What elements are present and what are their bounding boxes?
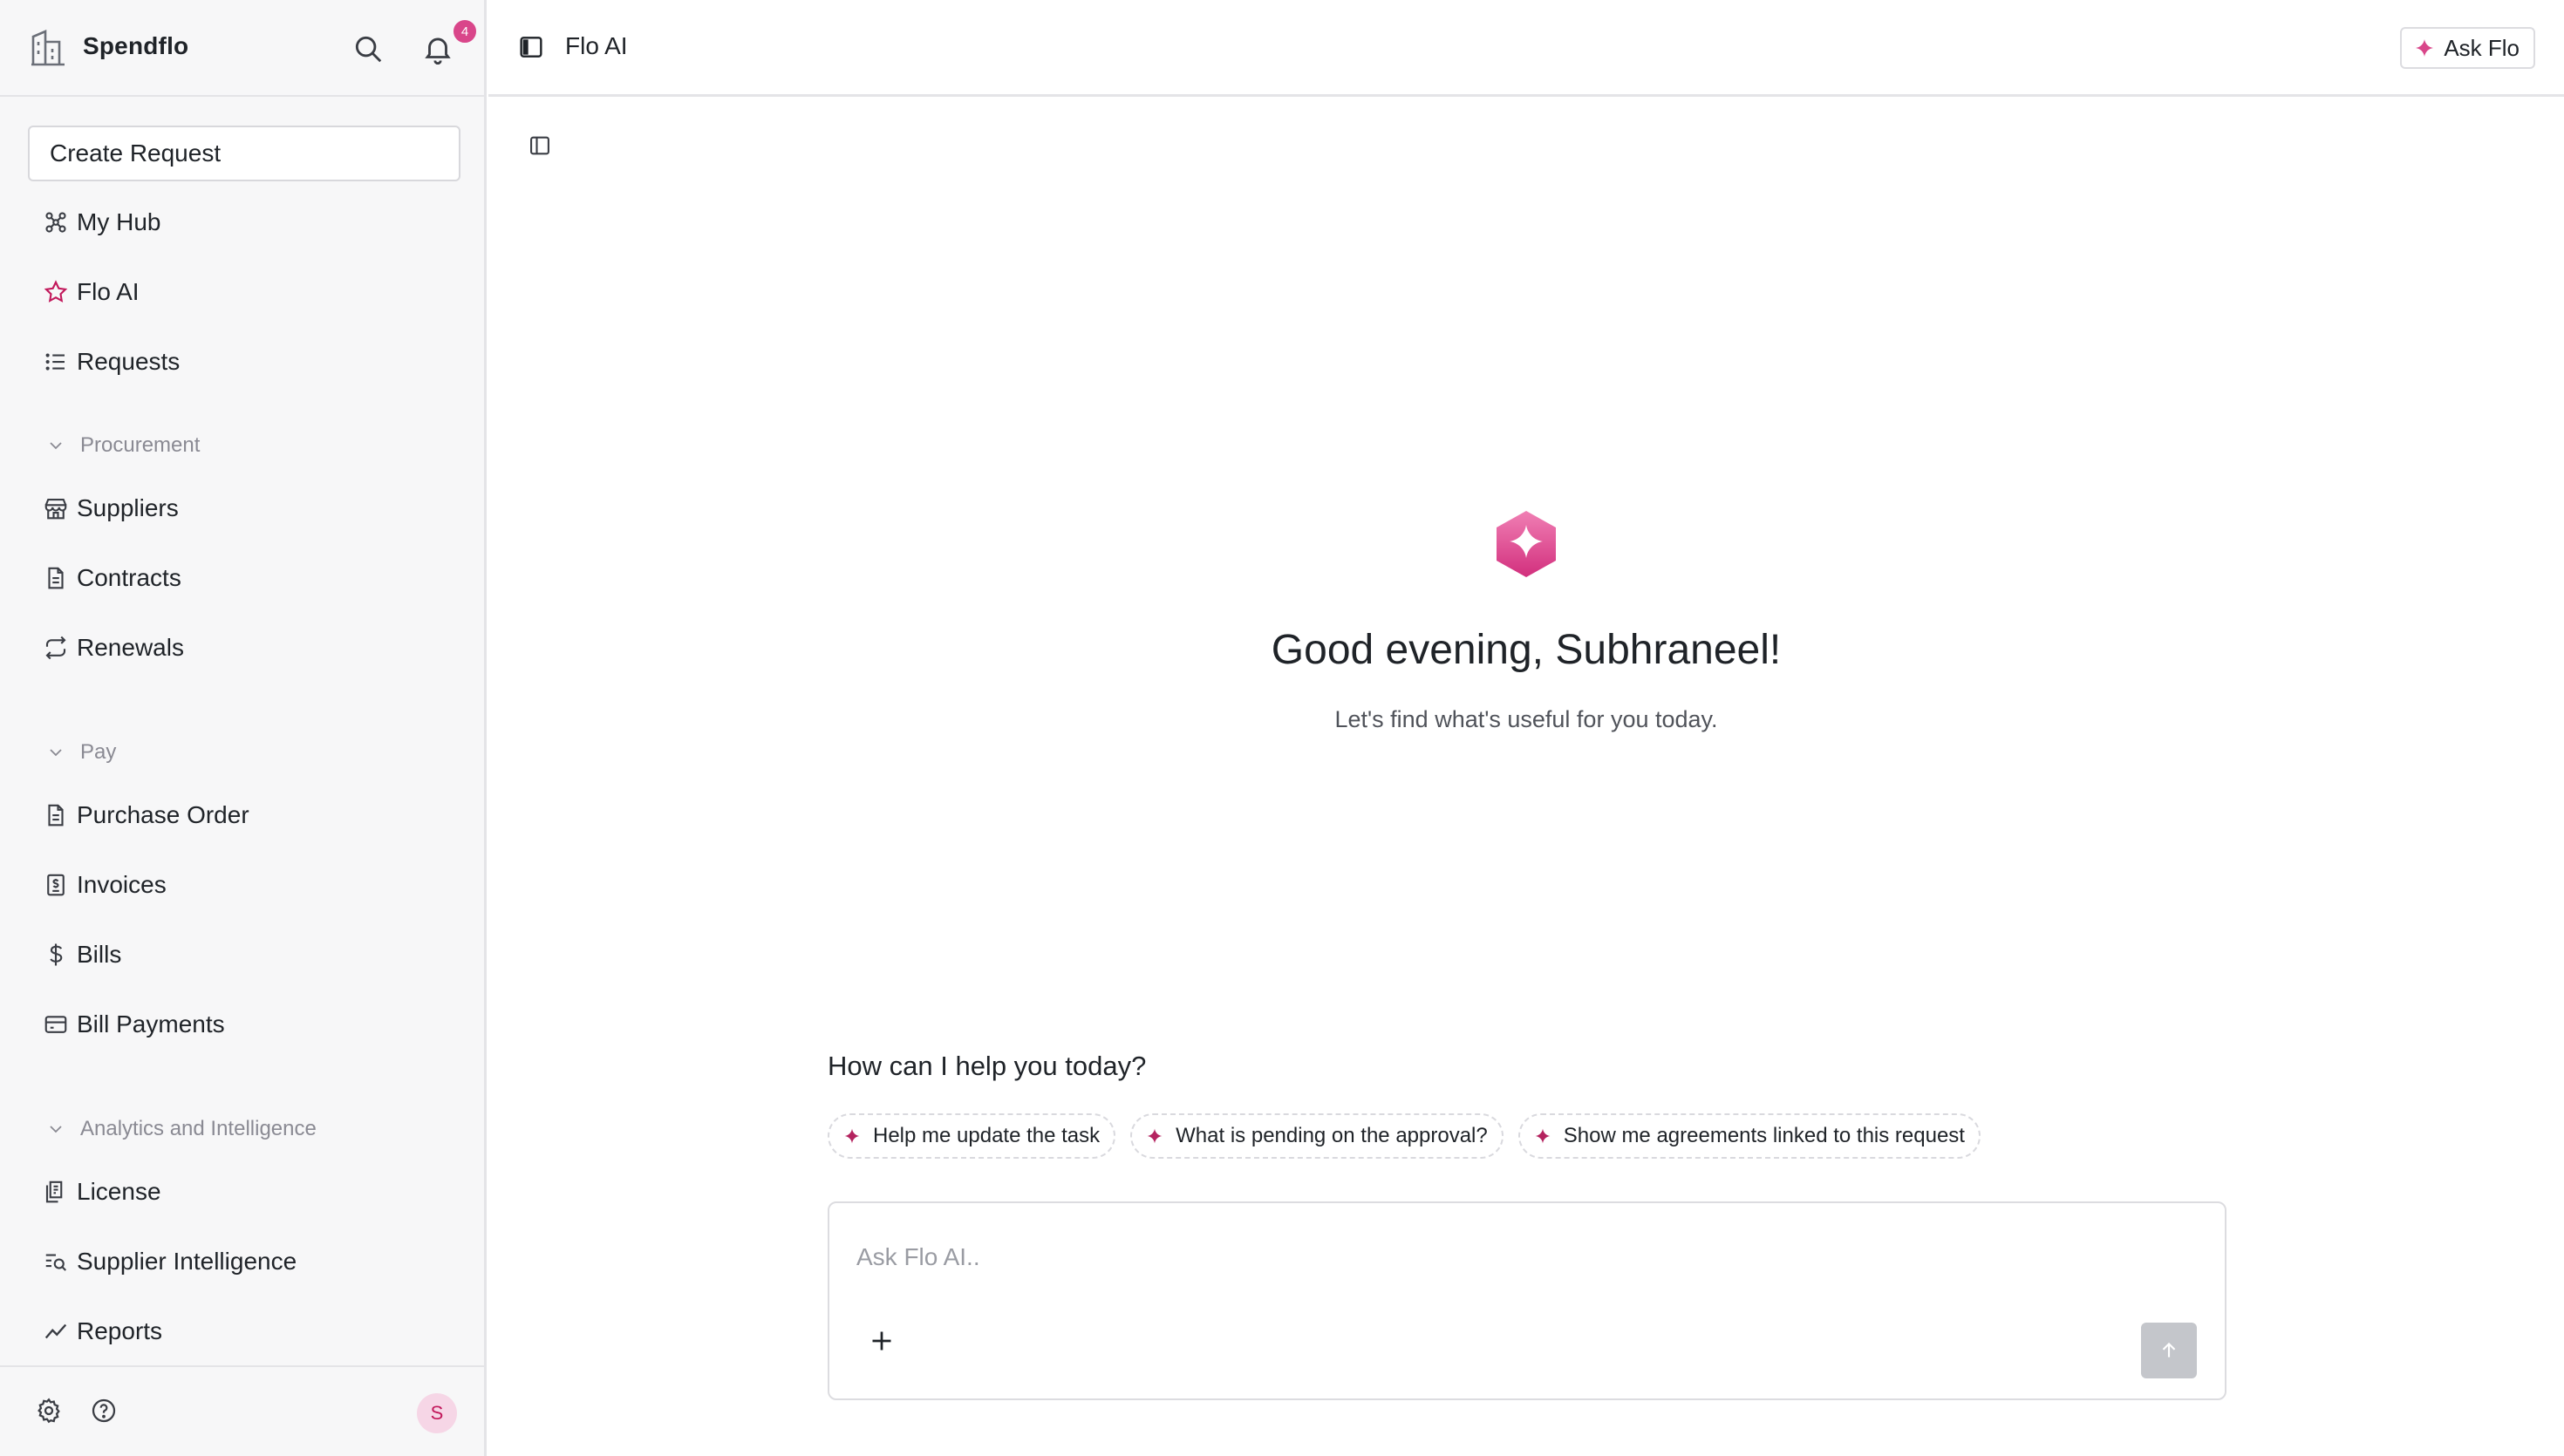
building-logo-icon <box>31 30 65 66</box>
document-icon <box>42 564 70 592</box>
section-title: Pay <box>80 740 117 764</box>
sidebar-item-my-hub[interactable]: My Hub <box>42 201 160 244</box>
section-procurement[interactable]: Procurement <box>45 428 200 463</box>
sidebar-item-suppliers[interactable]: Suppliers <box>42 486 179 530</box>
create-request-button[interactable]: Create Request <box>28 126 460 181</box>
sidebar-item-renewals[interactable]: Renewals <box>42 626 184 670</box>
section-pay[interactable]: Pay <box>45 735 116 770</box>
search-list-icon <box>42 1248 70 1276</box>
gear-icon[interactable] <box>35 1397 63 1425</box>
suggestion-label: Show me agreements linked to this reques… <box>1563 1124 1965 1147</box>
sparkle-icon <box>1147 1128 1163 1144</box>
sparkle-icon <box>1535 1128 1551 1144</box>
avatar[interactable]: S <box>417 1393 457 1433</box>
sidebar-item-bill-payments[interactable]: Bill Payments <box>42 1003 225 1046</box>
store-icon <box>42 494 70 522</box>
help-icon[interactable] <box>90 1397 118 1425</box>
sidebar-item-label: Suppliers <box>77 494 179 521</box>
document-icon <box>42 801 70 829</box>
sidebar-header: Spendflo 4 <box>0 0 484 97</box>
dollar-icon <box>42 941 70 969</box>
sidebar-item-label: Bill Payments <box>77 1010 225 1038</box>
sidebar-toggle-icon[interactable] <box>517 33 545 61</box>
send-button[interactable] <box>2141 1323 2197 1378</box>
sidebar-item-supplier-intelligence[interactable]: Supplier Intelligence <box>42 1240 297 1283</box>
sidebar-item-bills[interactable]: Bills <box>42 933 121 976</box>
suggestion-chip[interactable]: Help me update the task <box>828 1113 1116 1159</box>
arrow-up-icon <box>2162 1342 2176 1357</box>
trend-icon <box>42 1317 70 1345</box>
sparkle-icon <box>844 1128 860 1144</box>
sidebar-item-label: Renewals <box>77 634 184 661</box>
license-icon <box>42 1178 70 1206</box>
sidebar-item-label: Contracts <box>77 564 181 591</box>
sidebar-item-label: Bills <box>77 941 122 968</box>
ask-flo-label: Ask Flo <box>2444 34 2520 61</box>
sidebar-footer: S <box>0 1365 484 1456</box>
top-bar: Flo AI Ask Flo <box>488 0 2564 97</box>
card-icon <box>42 1010 70 1038</box>
sidebar-item-label: Invoices <box>77 871 167 898</box>
suggestion-chips: Help me update the task What is pending … <box>828 1113 1981 1159</box>
chevron-down-icon <box>50 442 62 450</box>
notification-badge: 4 <box>451 17 479 45</box>
flo-ai-logo-icon <box>1497 511 1556 577</box>
suggestion-label: What is pending on the approval? <box>1176 1124 1488 1147</box>
app-root: Spendflo 4 Create Request My Hub Flo AI <box>0 0 2564 1456</box>
bell-icon[interactable] <box>421 32 454 65</box>
sidebar-item-flo-ai[interactable]: Flo AI <box>42 270 140 314</box>
section-title: Procurement <box>80 433 201 457</box>
section-title: Analytics and Intelligence <box>80 1117 317 1140</box>
page-title: Flo AI <box>565 32 628 59</box>
suggestion-label: Help me update the task <box>873 1124 1101 1147</box>
chat-input[interactable] <box>856 1240 2165 1275</box>
sidebar-item-label: Purchase Order <box>77 801 249 828</box>
greeting-subtitle: Let's find what's useful for you today. <box>1334 706 1718 732</box>
sidebar-item-label: Flo AI <box>77 278 140 305</box>
sidebar: Spendflo 4 Create Request My Hub Flo AI <box>0 0 487 1456</box>
search-icon[interactable] <box>351 32 385 65</box>
section-analytics[interactable]: Analytics and Intelligence <box>45 1112 317 1146</box>
sidebar-item-invoices[interactable]: Invoices <box>42 863 167 907</box>
greeting-heading: Good evening, Subhraneel! <box>1271 627 1782 673</box>
sidebar-item-label: Reports <box>77 1317 163 1344</box>
list-icon <box>42 348 70 376</box>
ask-flo-button[interactable]: Ask Flo <box>2400 27 2535 69</box>
hub-icon <box>42 208 70 236</box>
sidebar-item-purchase-order[interactable]: Purchase Order <box>42 793 249 837</box>
chat-composer <box>828 1201 2226 1400</box>
brand-name: Spendflo <box>83 32 189 59</box>
sidebar-item-license[interactable]: License <box>42 1170 161 1214</box>
star-icon <box>42 278 70 306</box>
chevron-down-icon <box>50 749 62 757</box>
sidebar-item-contracts[interactable]: Contracts <box>42 556 181 600</box>
sidebar-item-label: License <box>77 1178 161 1205</box>
repeat-icon <box>42 634 70 662</box>
panel-toggle-icon[interactable] <box>528 133 552 158</box>
sidebar-item-label: My Hub <box>77 208 161 235</box>
sidebar-item-label: Requests <box>77 348 181 375</box>
suggestion-chip[interactable]: Show me agreements linked to this reques… <box>1517 1113 1981 1159</box>
sparkle-icon <box>2416 39 2434 57</box>
sidebar-item-label: Supplier Intelligence <box>77 1248 297 1275</box>
plus-icon[interactable] <box>866 1325 897 1357</box>
suggestion-chip[interactable]: What is pending on the approval? <box>1130 1113 1504 1159</box>
sidebar-item-requests[interactable]: Requests <box>42 340 180 384</box>
sidebar-item-reports[interactable]: Reports <box>42 1310 162 1353</box>
receipt-icon <box>42 871 70 899</box>
chevron-down-icon <box>50 1126 62 1133</box>
help-heading: How can I help you today? <box>828 1051 1147 1081</box>
